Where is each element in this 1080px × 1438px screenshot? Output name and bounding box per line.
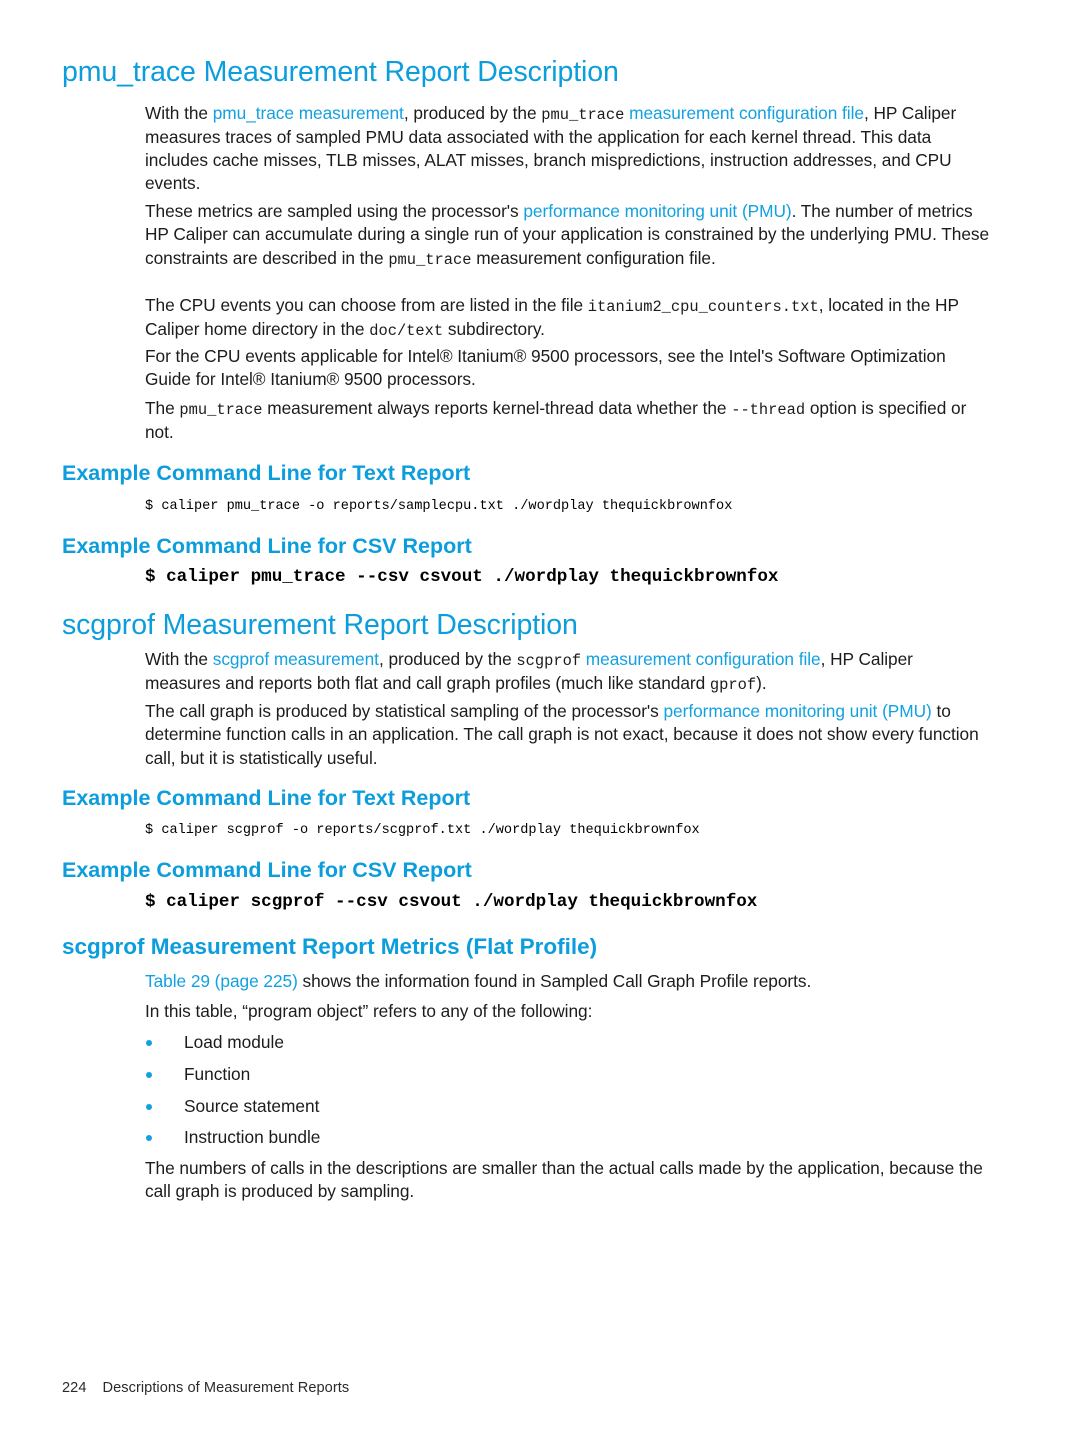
text-fragment: , produced by the bbox=[378, 649, 517, 669]
code-inline-pmu-trace: pmu_trace bbox=[541, 106, 625, 124]
text-fragment: For the CPU events applicable for Intel®… bbox=[145, 346, 946, 390]
code-block-pmu-trace-csv: $ caliper pmu_trace --csv csvout ./wordp… bbox=[145, 567, 779, 587]
page-footer: 224 Descriptions of Measurement Reports bbox=[62, 1380, 349, 1396]
paragraph-pmu-trace-intro: With the pmu_trace measurement, produced… bbox=[0, 102, 1080, 195]
link-table-29-page-225[interactable]: Table 29 (page 225) bbox=[145, 971, 298, 991]
heading-scgprof-flat-profile: scgprof Measurement Report Metrics (Flat… bbox=[62, 934, 598, 959]
list-item-label: Function bbox=[184, 1063, 251, 1084]
code-inline-thread-option: --thread bbox=[731, 401, 806, 419]
text-fragment: The CPU events you can choose from are l… bbox=[145, 295, 588, 315]
text-fragment: The numbers of calls in the descriptions… bbox=[145, 1158, 983, 1202]
link-measurement-configuration-file[interactable]: measurement configuration file bbox=[624, 103, 864, 123]
text-fragment: The bbox=[145, 398, 180, 418]
code-inline-doc-text: doc/text bbox=[369, 321, 444, 340]
heading-example-text-report-scgprof: Example Command Line for Text Report bbox=[62, 786, 471, 810]
link-scgprof-measurement[interactable]: scgprof measurement bbox=[213, 649, 379, 669]
list-item: Function bbox=[145, 1064, 1080, 1085]
heading-example-csv-report-pmu: Example Command Line for CSV Report bbox=[62, 534, 472, 558]
footer-label: Descriptions of Measurement Reports bbox=[102, 1380, 350, 1396]
code-inline-pmu-trace: pmu_trace bbox=[388, 250, 472, 269]
paragraph-sampling-note: The numbers of calls in the descriptions… bbox=[0, 1157, 1080, 1204]
text-fragment: The call graph is produced by statistica… bbox=[145, 701, 664, 721]
code-inline-scgprof: scgprof bbox=[516, 652, 582, 670]
list-item-label: Instruction bundle bbox=[184, 1127, 321, 1148]
heading-example-csv-report-scgprof: Example Command Line for CSV Report bbox=[62, 858, 472, 882]
code-block-scgprof-csv: $ caliper scgprof --csv csvout ./wordpla… bbox=[145, 892, 758, 912]
paragraph-table-reference: Table 29 (page 225) shows the informatio… bbox=[0, 970, 1080, 993]
text-fragment: These metrics are sampled using the proc… bbox=[145, 201, 524, 221]
bullet-dot-icon bbox=[146, 1135, 152, 1142]
text-fragment: With the bbox=[145, 649, 213, 669]
bullet-dot-icon bbox=[146, 1103, 152, 1110]
text-fragment: In this table, “program object” refers t… bbox=[145, 1001, 593, 1021]
page-title-pmu-trace: pmu_trace Measurement Report Description bbox=[62, 56, 619, 88]
link-measurement-configuration-file[interactable]: measurement configuration file bbox=[581, 649, 821, 669]
code-inline-counters-file: itanium2_cpu_counters.txt bbox=[587, 298, 819, 316]
bullet-dot-icon bbox=[146, 1071, 152, 1078]
document-page: pmu_trace Measurement Report Description… bbox=[0, 0, 1080, 1438]
text-fragment: subdirectory. bbox=[443, 318, 545, 339]
paragraph-pmu-metrics-sampling: These metrics are sampled using the proc… bbox=[0, 200, 1080, 270]
text-fragment: ). bbox=[756, 672, 767, 693]
code-inline-pmu-trace: pmu_trace bbox=[179, 401, 263, 419]
heading-example-text-report-pmu: Example Command Line for Text Report bbox=[62, 461, 471, 485]
list-item-label: Source statement bbox=[184, 1095, 320, 1116]
code-inline-gprof: gprof bbox=[709, 675, 757, 694]
paragraph-intel-itanium-9500: For the CPU events applicable for Intel®… bbox=[0, 345, 1080, 392]
text-fragment: , produced by the bbox=[403, 103, 542, 123]
paragraph-scgprof-intro: With the scgprof measurement, produced b… bbox=[0, 648, 1080, 695]
page-title-scgprof: scgprof Measurement Report Description bbox=[62, 609, 578, 641]
footer-page-number: 224 bbox=[62, 1380, 87, 1396]
link-performance-monitoring-unit[interactable]: performance monitoring unit (PMU) bbox=[523, 201, 791, 221]
text-fragment: With the bbox=[145, 103, 213, 123]
list-item: Source statement bbox=[145, 1096, 1080, 1117]
list-item-label: Load module bbox=[184, 1032, 284, 1052]
code-block-pmu-trace-text: $ caliper pmu_trace -o reports/samplecpu… bbox=[145, 499, 733, 514]
paragraph-program-object-definition: In this table, “program object” refers t… bbox=[0, 1000, 1080, 1023]
text-fragment: measurement always reports kernel-thread… bbox=[262, 398, 732, 418]
code-block-scgprof-text: $ caliper scgprof -o reports/scgprof.txt… bbox=[145, 823, 700, 838]
bullet-dot-icon bbox=[146, 1040, 152, 1046]
program-object-list: Load module Function Source statement In… bbox=[0, 1032, 1080, 1159]
link-performance-monitoring-unit[interactable]: performance monitoring unit (PMU) bbox=[664, 701, 932, 721]
link-pmu-trace-measurement[interactable]: pmu_trace measurement bbox=[213, 103, 404, 123]
paragraph-cpu-events-file: The CPU events you can choose from are l… bbox=[0, 294, 1080, 341]
text-fragment: shows the information found in Sampled C… bbox=[297, 971, 812, 991]
list-item: Instruction bundle bbox=[145, 1127, 1080, 1148]
list-item: Load module bbox=[145, 1032, 1080, 1053]
text-fragment: measurement configuration file. bbox=[471, 247, 716, 268]
paragraph-call-graph-sampling: The call graph is produced by statistica… bbox=[0, 700, 1080, 770]
paragraph-thread-option: The pmu_trace measurement always reports… bbox=[0, 397, 1080, 444]
